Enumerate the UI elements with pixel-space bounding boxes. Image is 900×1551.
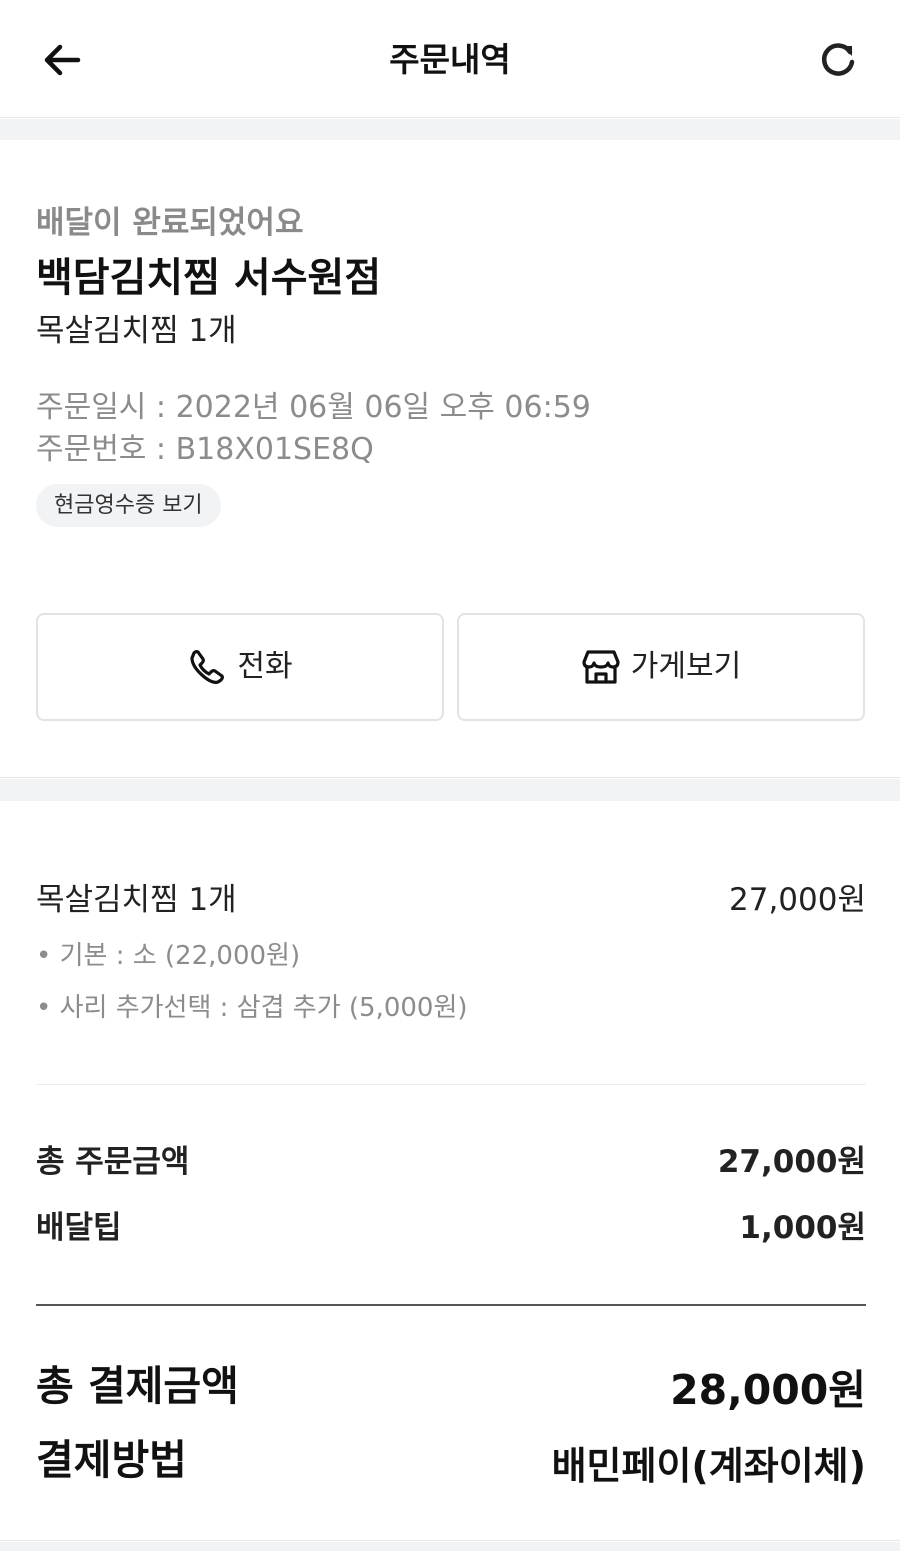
order-total-value: 27,000원 (717, 1144, 866, 1180)
section-gap (0, 779, 900, 801)
order-status: 배달이 완료되었어요 (36, 205, 304, 241)
item-option: • 기본 : 소 (22,000원) (36, 941, 301, 971)
cash-receipt-button[interactable]: 현금영수증 보기 (36, 484, 221, 527)
order-info-section: 배달이 완료되었어요 백담김치찜 서수원점 목살김치찜 1개 주문일시 : 20… (0, 140, 900, 778)
section-gap (0, 119, 900, 140)
section-gap (0, 1542, 900, 1551)
divider (36, 1084, 866, 1085)
view-store-button[interactable]: 가게보기 (457, 613, 865, 721)
view-store-button-label: 가게보기 (630, 649, 742, 684)
delivery-tip-value: 1,000원 (739, 1210, 866, 1246)
order-total-label: 총 주문금액 (36, 1144, 190, 1180)
order-date: 주문일시 : 2022년 06월 06일 오후 06:59 (36, 390, 591, 425)
refresh-button[interactable] (812, 34, 864, 86)
divider (36, 1304, 866, 1306)
order-number: 주문번호 : B18X01SE8Q (36, 432, 374, 467)
item-option: • 사리 추가선택 : 삼겹 추가 (5,000원) (36, 993, 468, 1023)
payment-total-label: 총 결제금액 (36, 1362, 239, 1410)
call-button-label: 전화 (237, 649, 293, 684)
page-title: 주문내역 (389, 40, 511, 79)
payment-method-value: 배민페이(계좌이체) (551, 1444, 866, 1488)
item-name: 목살김치찜 1개 (36, 882, 237, 918)
payment-method-label: 결제방법 (36, 1436, 187, 1484)
item-price: 27,000원 (729, 882, 866, 918)
phone-icon (187, 647, 227, 687)
store-icon (581, 647, 621, 687)
payment-total-value: 28,000원 (670, 1366, 866, 1414)
menu-summary: 목살김치찜 1개 (36, 313, 237, 349)
order-detail-section: 목살김치찜 1개 27,000원 • 기본 : 소 (22,000원) • 사리… (0, 801, 900, 1541)
store-name: 백담김치찜 서수원점 (36, 255, 382, 301)
top-app-bar: 주문내역 (0, 0, 900, 118)
delivery-tip-label: 배달팁 (36, 1210, 122, 1246)
call-button[interactable]: 전화 (36, 613, 444, 721)
refresh-icon (822, 43, 855, 76)
